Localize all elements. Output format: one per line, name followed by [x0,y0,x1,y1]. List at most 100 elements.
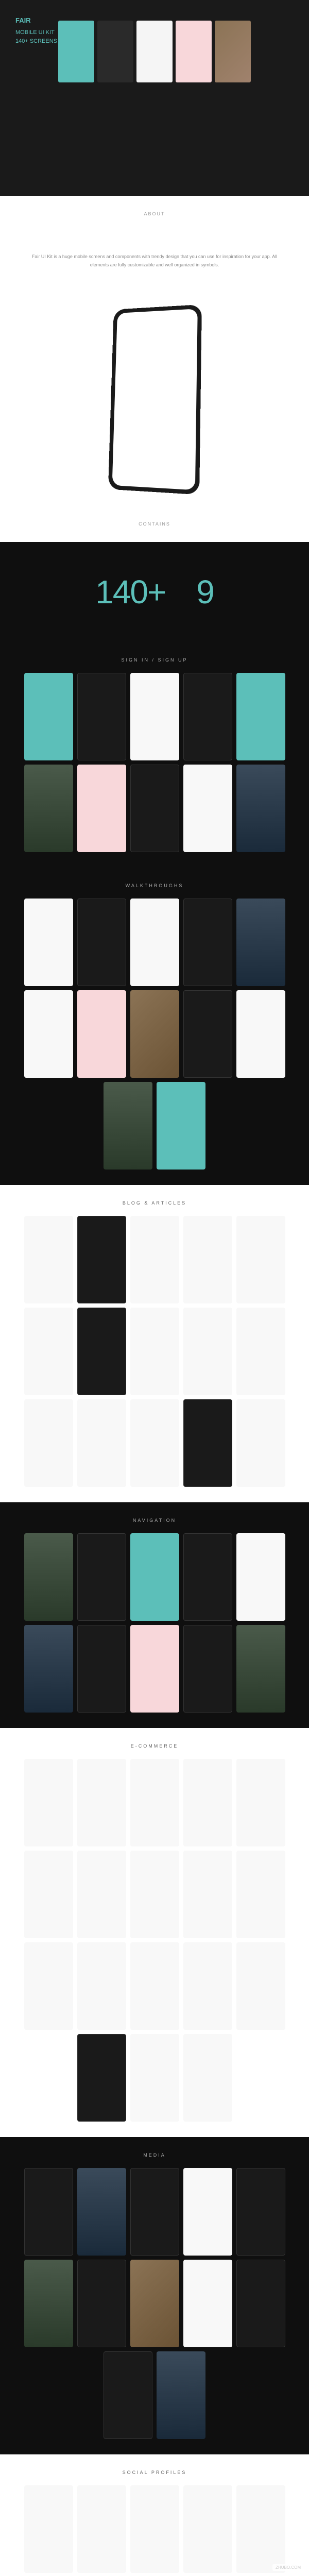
screen-preview [77,1308,126,1395]
screen-preview [24,1851,73,1938]
screen-preview [130,1308,179,1395]
screen-preview [130,1942,179,2030]
screen-preview [130,2034,179,2122]
screen-preview [24,1533,73,1621]
screen-preview [183,899,232,986]
screens-grid [10,1759,299,2122]
screen-preview [236,1625,285,1713]
screen-preview [183,765,232,852]
screen-preview [24,673,73,760]
screen-preview [24,1942,73,2030]
screen-preview [24,1399,73,1487]
category-signin: SIGN IN / SIGN UP [0,642,309,868]
category-walkthroughs: WALKTHROUGHS [0,868,309,1185]
screen-preview [236,1759,285,1846]
category-ecommerce: E-COMMERCE [0,1728,309,2137]
screen-preview [183,2485,232,2573]
stat-categories-count: 9 [196,573,214,611]
screen-preview [130,673,179,760]
screen-preview [183,1625,232,1713]
screen-preview [130,1399,179,1487]
screens-grid [10,2168,299,2439]
screen-preview [236,990,285,1078]
screen-preview [130,2168,179,2256]
screens-grid [10,2485,299,2576]
screen-preview [130,2485,179,2573]
screen-preview [77,2260,126,2347]
phone-mockup-section [0,290,309,506]
screen-preview [77,1759,126,1846]
screen-preview [183,1851,232,1938]
hero-card [58,21,94,82]
hero-section: FAIR MOBILE UI KIT 140+ SCREENS [0,0,309,196]
screen-preview [236,1533,285,1621]
section-title: E-COMMERCE [0,1743,309,1749]
screen-preview [130,1533,179,1621]
watermark: ZHUBO.COM [272,2564,304,2571]
section-title: SOCIAL PROFILES [0,2470,309,2475]
hero-card [215,21,251,82]
screen-preview [183,2168,232,2256]
hero-branding: FAIR MOBILE UI KIT 140+ SCREENS [15,15,57,46]
phone-mockup [108,304,202,495]
screen-preview [183,673,232,760]
screen-preview [183,1942,232,2030]
section-title: BLOG & ARTICLES [0,1200,309,1206]
screen-preview [236,899,285,986]
screen-preview [183,1399,232,1487]
screen-preview [104,1082,152,1170]
screen-preview [236,673,285,760]
category-blog: BLOG & ARTICLES [0,1185,309,1502]
screen-preview [77,1216,126,1303]
screen-preview [183,1533,232,1621]
screen-preview [24,1308,73,1395]
screen-preview [236,1399,285,1487]
screen-preview [77,1942,126,2030]
section-title: NAVIGATION [0,1518,309,1523]
screen-preview [104,2351,152,2439]
screen-preview [77,899,126,986]
screen-preview [24,990,73,1078]
screen-preview [77,1625,126,1713]
about-label: ABOUT [0,196,309,232]
screen-preview [77,2485,126,2573]
intro-text: Fair UI Kit is a huge mobile screens and… [0,232,309,290]
screen-preview [236,2260,285,2347]
product-title: FAIR [15,15,57,26]
screen-preview [24,765,73,852]
screen-preview [157,1082,205,1170]
screen-preview [130,2260,179,2347]
screen-preview [183,1216,232,1303]
screen-preview [77,1533,126,1621]
hero-card [97,21,133,82]
screen-preview [24,1216,73,1303]
screen-preview [77,1851,126,1938]
screen-preview [24,2168,73,2256]
screen-preview [236,765,285,852]
screen-preview [77,2034,126,2122]
screen-preview [236,1216,285,1303]
screen-preview [183,2260,232,2347]
screen-preview [236,2168,285,2256]
screens-grid [10,899,299,1170]
category-navigation: NAVIGATION [0,1502,309,1728]
screen-preview [77,673,126,760]
screen-preview [24,899,73,986]
screen-preview [24,1759,73,1846]
screens-grid [10,1216,299,1487]
section-title: MEDIA [0,2153,309,2158]
screen-preview [130,990,179,1078]
contains-label: CONTAINS [0,506,309,542]
screen-preview [130,899,179,986]
screen-preview [77,1399,126,1487]
hero-card [176,21,212,82]
screen-preview [183,1759,232,1846]
stats-section: 140+ 9 [0,542,309,642]
screen-preview [183,2034,232,2122]
screen-preview [130,1625,179,1713]
screens-grid [10,1533,299,1713]
screen-preview [183,1308,232,1395]
screen-preview [183,990,232,1078]
screen-preview [236,1851,285,1938]
section-title: WALKTHROUGHS [0,883,309,888]
